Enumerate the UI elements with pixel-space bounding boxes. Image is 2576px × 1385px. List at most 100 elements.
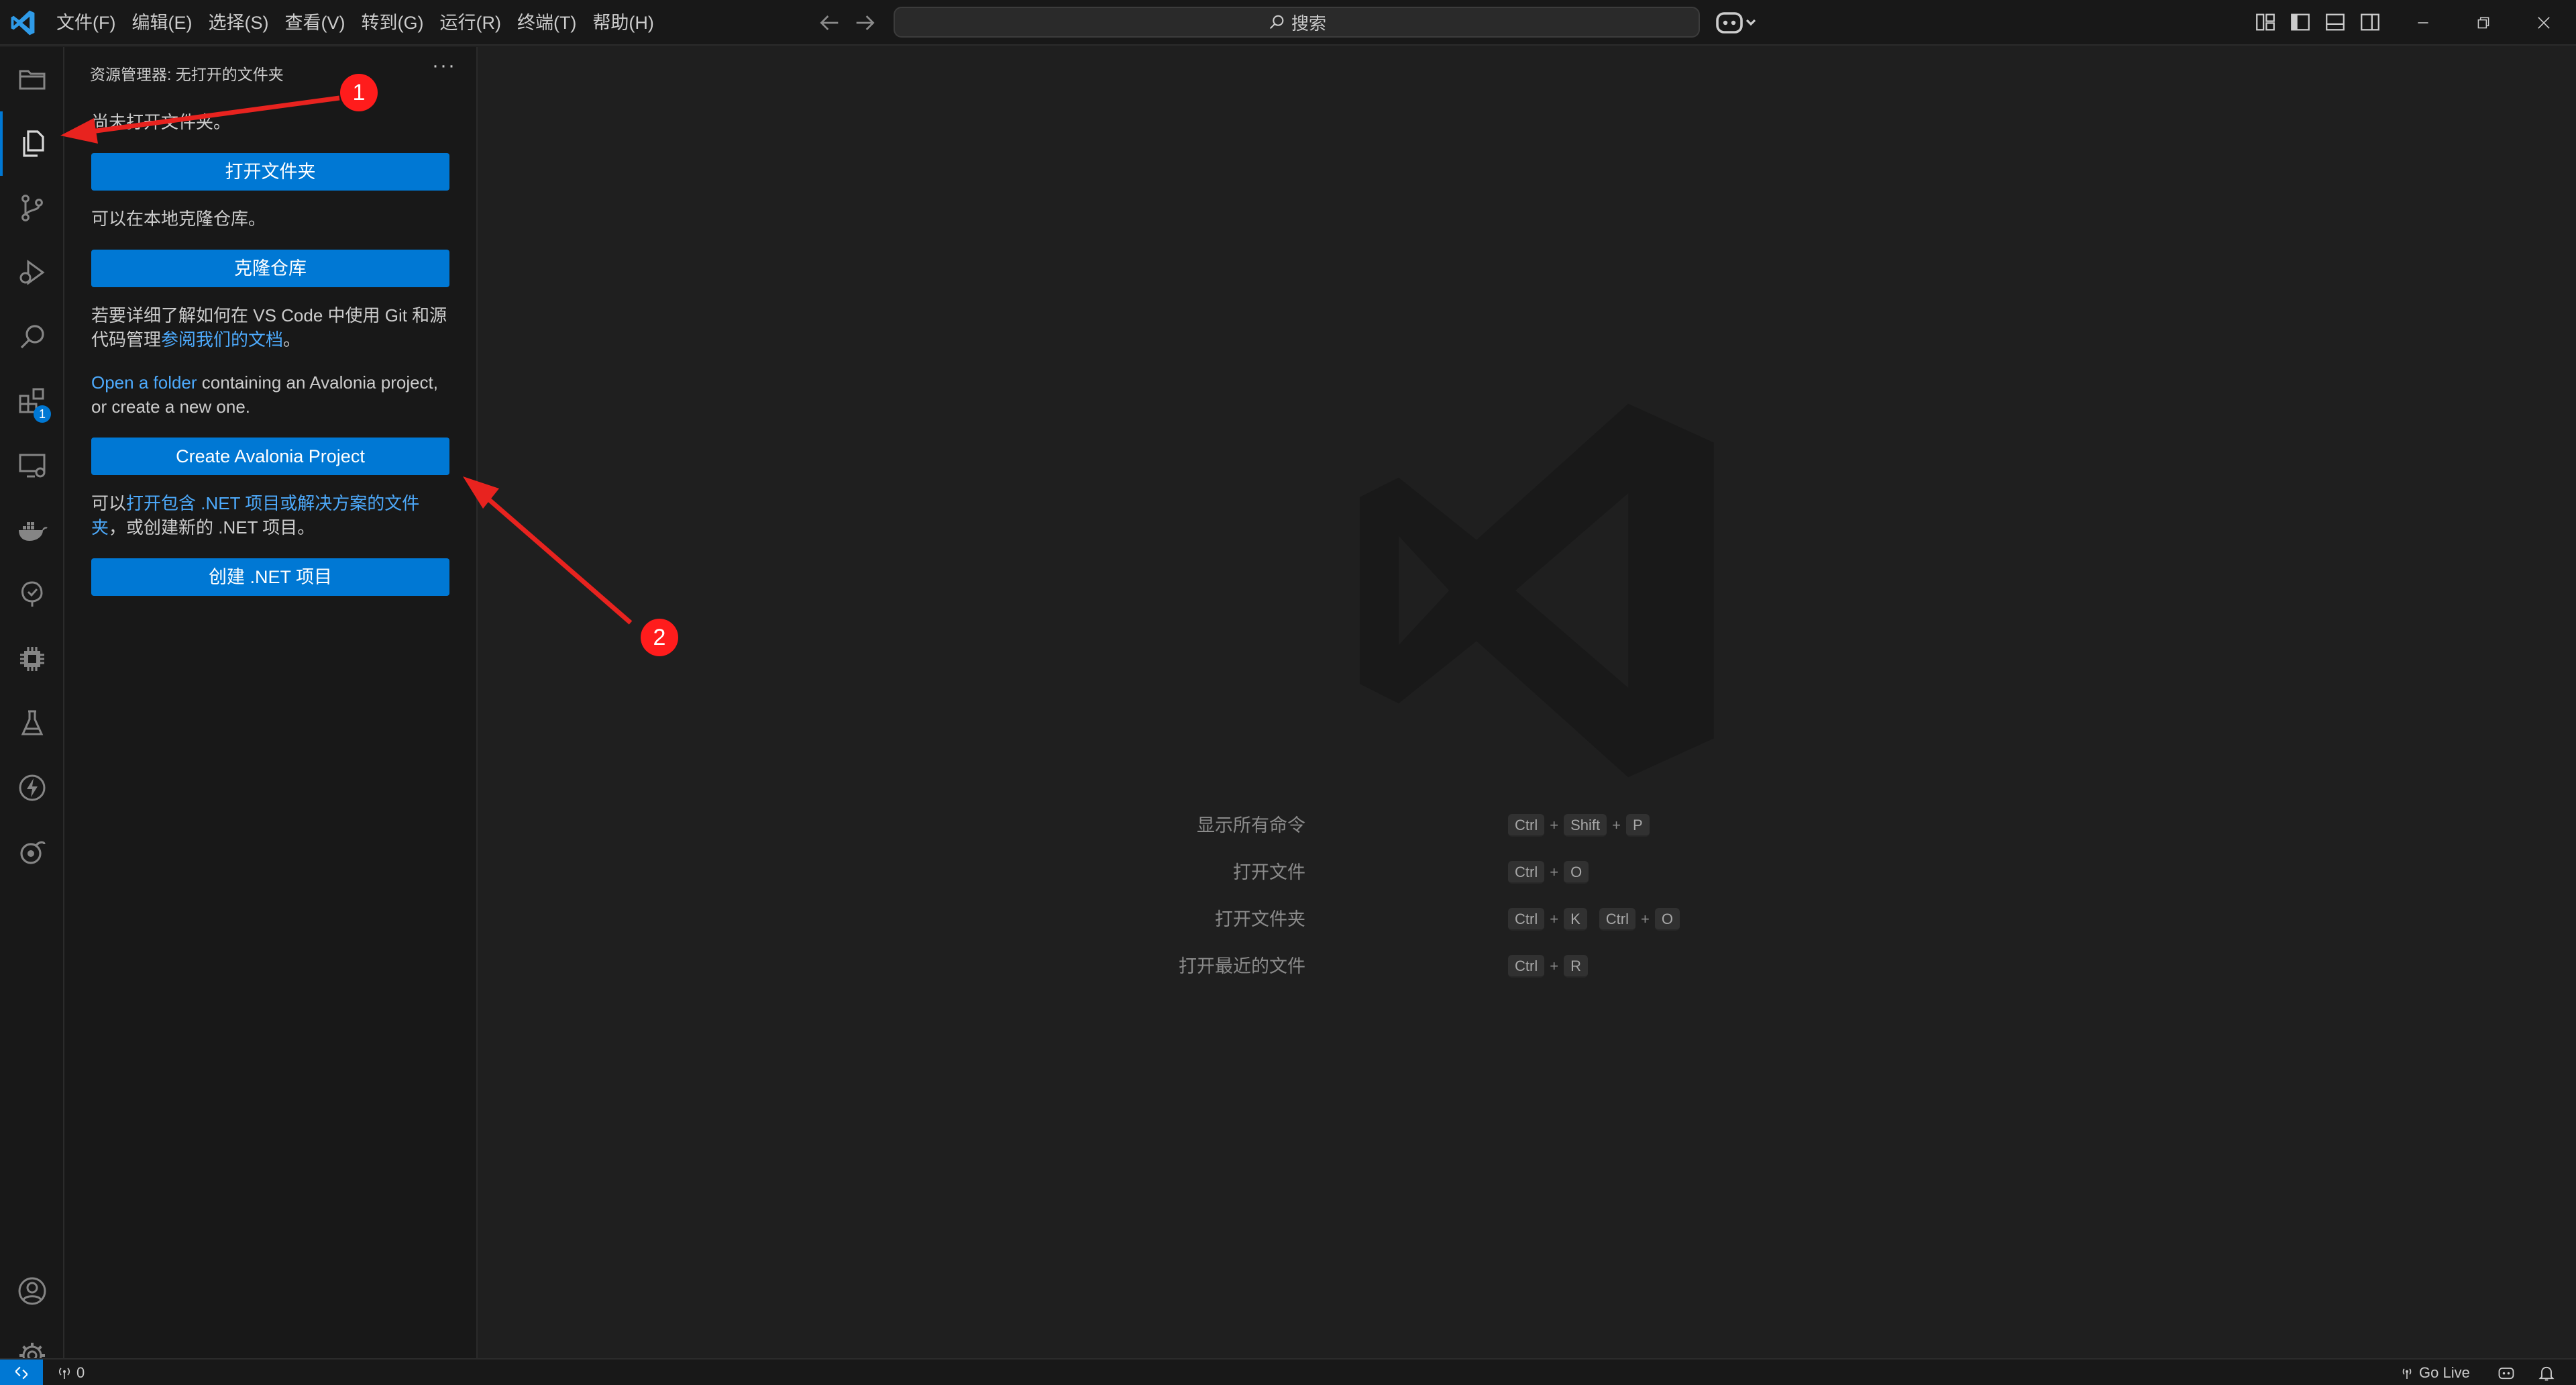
shortcut-label: 显示所有命令 (1197, 815, 1305, 835)
menu-help[interactable]: 帮助(H) (584, 0, 661, 46)
toggle-primary-sidebar-icon[interactable] (2289, 11, 2312, 34)
avalonia-text-line1: containing an Avalonia project, (197, 372, 439, 393)
browser-icon[interactable] (0, 820, 64, 884)
extensions-badge: 1 (34, 405, 51, 423)
shortcut-keys: Ctrl + R (1508, 954, 1588, 978)
key-cap: P (1625, 814, 1650, 837)
more-actions-icon[interactable]: ··· (431, 56, 458, 79)
git-text-line2: 代码管理 (91, 329, 162, 350)
customize-layout-icon[interactable] (2254, 11, 2277, 34)
shortcut-label: 打开文件夹 (1215, 909, 1305, 929)
annotation-marker-1: 1 (340, 74, 378, 111)
menu-bar: 文件(F) 编辑(E) 选择(S) 查看(V) 转到(G) 运行(R) 终端(T… (48, 0, 662, 46)
key-cap: K (1564, 908, 1587, 931)
sidebar-title: 资源管理器: 无打开的文件夹 (90, 66, 284, 83)
no-folder-text: 尚未打开文件夹。 (91, 112, 231, 132)
open-dotnet-folder-link-cont[interactable]: 夹 (91, 517, 109, 537)
git-text-end: 。 (283, 329, 301, 350)
search-icon (1269, 15, 1284, 30)
status-bar: 0 Go Live (0, 1358, 2576, 1385)
git-docs-link[interactable]: 参阅我们的文档 (161, 329, 283, 350)
menu-selection[interactable]: 选择(S) (200, 0, 276, 46)
title-bar: 文件(F) 编辑(E) 选择(S) 查看(V) 转到(G) 运行(R) 终端(T… (0, 0, 2576, 46)
forward-arrow-icon[interactable] (852, 9, 879, 36)
key-cap: Ctrl (1599, 908, 1635, 931)
docker-icon[interactable] (0, 498, 64, 562)
account-icon[interactable] (0, 1259, 64, 1323)
key-cap: O (1654, 908, 1680, 931)
shortcut-open-recent: 打开最近的文件 Ctrl + R (479, 952, 2576, 981)
remote-explorer-icon[interactable] (0, 433, 64, 498)
toggle-secondary-sidebar-icon[interactable] (2359, 11, 2381, 34)
open-avalonia-folder-link[interactable]: Open a folder (91, 372, 197, 393)
extensions-icon[interactable]: 1 (0, 369, 64, 433)
vscode-logo-icon (8, 8, 38, 38)
search-label: 搜索 (1291, 13, 1326, 34)
activity-bar: 1 (0, 47, 64, 1368)
shortcut-open-folder: 打开文件夹 Ctrl + K Ctrl + O (479, 905, 2576, 934)
menu-terminal[interactable]: 终端(T) (509, 0, 584, 46)
git-docs-text: 若要详细了解如何在 VS Code 中使用 Git 和源 代码管理参阅我们的文档… (91, 303, 453, 352)
shortcut-keys: Ctrl + Shift + P (1508, 813, 1650, 837)
menu-file[interactable]: 文件(F) (48, 0, 123, 46)
toggle-panel-icon[interactable] (2324, 11, 2347, 34)
shortcut-keys: Ctrl + O (1508, 860, 1589, 884)
dotnet-text-end: ，或创建新的 .NET 项目。 (109, 517, 315, 537)
key-cap: O (1564, 861, 1589, 884)
dotnet-text: 可以打开包含 .NET 项目或解决方案的文件 夹，或创建新的 .NET 项目。 (91, 491, 453, 540)
shortcut-show-all-commands: 显示所有命令 Ctrl + Shift + P (479, 811, 2576, 840)
explorer-sidebar: 资源管理器: 无打开的文件夹 ··· 尚未打开文件夹。 打开文件夹 可以在本地克… (64, 47, 478, 1358)
menu-run[interactable]: 运行(R) (431, 0, 508, 46)
lightning-icon[interactable] (0, 756, 64, 820)
close-icon[interactable] (2512, 0, 2576, 46)
ports-status[interactable]: 0 (56, 1360, 85, 1385)
command-center-search[interactable]: 搜索 (894, 7, 1700, 38)
create-dotnet-project-button[interactable]: 创建 .NET 项目 (91, 558, 449, 596)
ports-count: 0 (76, 1364, 85, 1381)
search-icon[interactable] (0, 305, 64, 369)
avalonia-text-line2: or create a new one. (91, 397, 251, 417)
menu-edit[interactable]: 编辑(E) (123, 0, 200, 46)
explorer-icon[interactable] (0, 111, 64, 176)
open-dotnet-folder-link[interactable]: 打开包含 .NET 项目或解决方案的文件 (126, 493, 419, 513)
editor-area: 显示所有命令 Ctrl + Shift + P 打开文件 Ctrl + O 打开文件夹… (479, 47, 2576, 1358)
copilot-status-icon[interactable] (2497, 1364, 2516, 1382)
key-cap: Ctrl (1508, 814, 1545, 837)
key-cap: Shift (1564, 814, 1607, 837)
key-cap: R (1564, 955, 1588, 978)
restore-icon[interactable] (2451, 0, 2516, 46)
shortcut-label: 打开最近的文件 (1179, 956, 1305, 976)
key-cap: Ctrl (1508, 955, 1545, 978)
shortcut-label: 打开文件 (1233, 862, 1305, 882)
notifications-bell-icon[interactable] (2537, 1364, 2556, 1382)
dotnet-text-start: 可以 (91, 493, 127, 513)
remote-indicator-icon[interactable] (0, 1360, 43, 1385)
run-debug-icon[interactable] (0, 240, 64, 305)
shortcut-open-file: 打开文件 Ctrl + O (479, 858, 2576, 887)
open-folder-button[interactable]: 打开文件夹 (91, 153, 449, 191)
create-avalonia-project-button[interactable]: Create Avalonia Project (91, 438, 449, 475)
broadcast-icon (2402, 1368, 2412, 1379)
clone-text: 可以在本地克隆仓库。 (91, 209, 266, 229)
key-cap: Ctrl (1508, 908, 1545, 931)
folder-icon[interactable] (0, 47, 64, 111)
tree-check-icon[interactable] (0, 562, 64, 627)
testing-icon[interactable] (0, 691, 64, 756)
chip-icon[interactable] (0, 627, 64, 691)
menu-go[interactable]: 转到(G) (353, 0, 431, 46)
avalonia-text: Open a folder containing an Avalonia pro… (91, 370, 453, 419)
git-text-line1: 若要详细了解如何在 VS Code 中使用 Git 和源 (91, 305, 447, 325)
vscode-watermark-icon (1340, 396, 1729, 785)
clone-repository-button[interactable]: 克隆仓库 (91, 250, 449, 287)
minimize-icon[interactable] (2391, 0, 2455, 46)
shortcut-keys: Ctrl + K Ctrl + O (1508, 907, 1680, 931)
menu-view[interactable]: 查看(V) (276, 0, 353, 46)
annotation-marker-2: 2 (641, 619, 678, 656)
broadcast-icon (58, 1368, 70, 1379)
key-cap: Ctrl (1508, 861, 1545, 884)
back-arrow-icon[interactable] (816, 9, 843, 36)
go-live-button[interactable]: Go Live (2399, 1360, 2470, 1385)
go-live-label: Go Live (2419, 1364, 2470, 1381)
copilot-icon[interactable] (1715, 8, 1758, 38)
source-control-icon[interactable] (0, 176, 64, 240)
